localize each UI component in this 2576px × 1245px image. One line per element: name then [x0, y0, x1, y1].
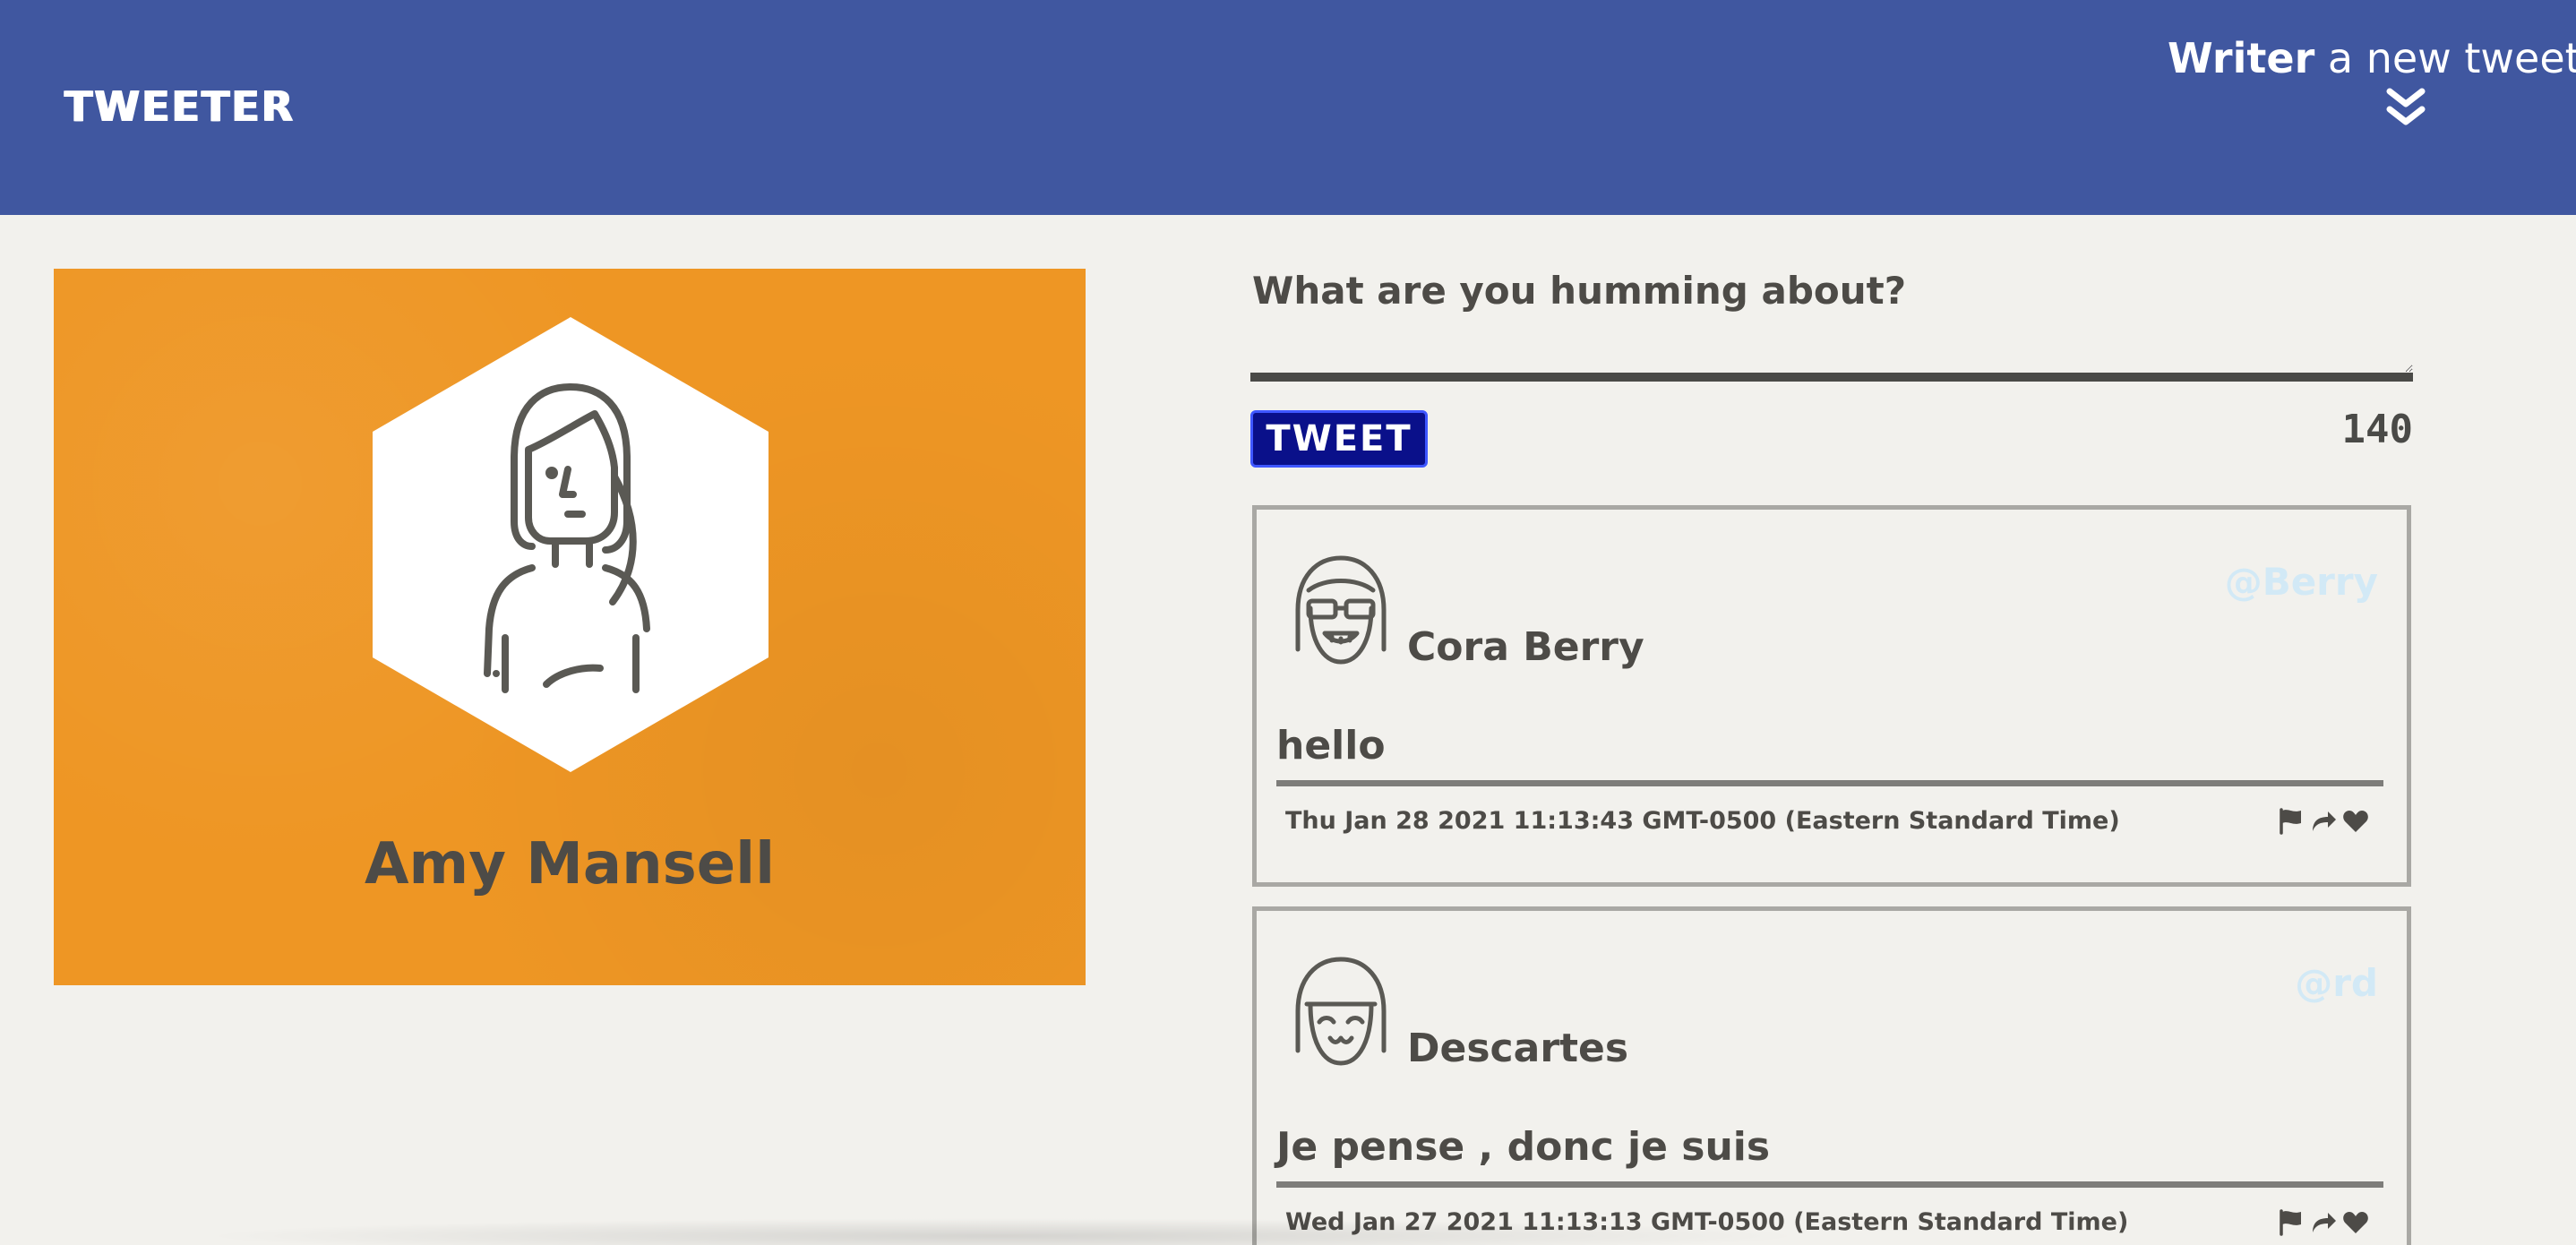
profile-card: Amy Mansell [54, 269, 1086, 985]
tweet-card: Cora Berry @Berry hello Thu Jan 28 2021 … [1252, 505, 2411, 887]
footer-shadow [197, 1218, 1809, 1245]
flag-icon[interactable] [2278, 808, 2305, 835]
tweet-button[interactable]: TWEET [1250, 410, 1428, 468]
tweet-card: Descartes @rd Je pense , donc je suis We… [1252, 906, 2411, 1245]
tweet-actions [2278, 805, 2371, 837]
write-label-bold: Writer [2168, 34, 2315, 82]
write-new-tweet-toggle[interactable]: Writer a new tweete [2168, 34, 2576, 133]
brand-logo[interactable]: TWEETER [64, 82, 295, 131]
double-chevron-down-icon[interactable] [2379, 86, 2433, 131]
tweet-composer: What are you humming about? TWEET 140 [1250, 263, 2413, 478]
tweet-author-name: Cora Berry [1407, 624, 1644, 670]
heart-icon[interactable] [2342, 1209, 2369, 1236]
heart-icon[interactable] [2342, 808, 2369, 835]
tweet-input[interactable] [1250, 335, 2413, 382]
flag-icon[interactable] [2278, 1209, 2305, 1236]
tweet-author-name: Descartes [1407, 1026, 1629, 1071]
tweet-author-handle: @rd [2295, 961, 2378, 1005]
tweet-date: Thu Jan 28 2021 11:13:43 GMT-0500 (Easte… [1285, 807, 2120, 835]
sunglasses-avatar-icon [1295, 555, 1387, 665]
write-label-rest: a new tweete [2327, 34, 2576, 82]
tweet-author-handle: @Berry [2224, 560, 2378, 604]
tweet-divider [1276, 780, 2383, 786]
retweet-icon[interactable] [2310, 1209, 2337, 1236]
profile-name: Amy Mansell [364, 831, 776, 897]
tweet-actions [2278, 1206, 2371, 1239]
composer-label: What are you humming about? [1252, 269, 1907, 313]
profile-avatar [373, 317, 769, 772]
tweet-text: hello [1276, 723, 1386, 768]
tweet-divider [1276, 1181, 2383, 1188]
retweet-icon[interactable] [2310, 808, 2337, 835]
top-nav: TWEETER Writer a new tweete [0, 0, 2576, 215]
write-new-tweet-label: Writer a new tweete [2168, 34, 2576, 82]
smiling-avatar-icon [1295, 957, 1387, 1066]
tweet-text: Je pense , donc je suis [1276, 1124, 1771, 1170]
character-counter: 140 [2341, 407, 2413, 452]
